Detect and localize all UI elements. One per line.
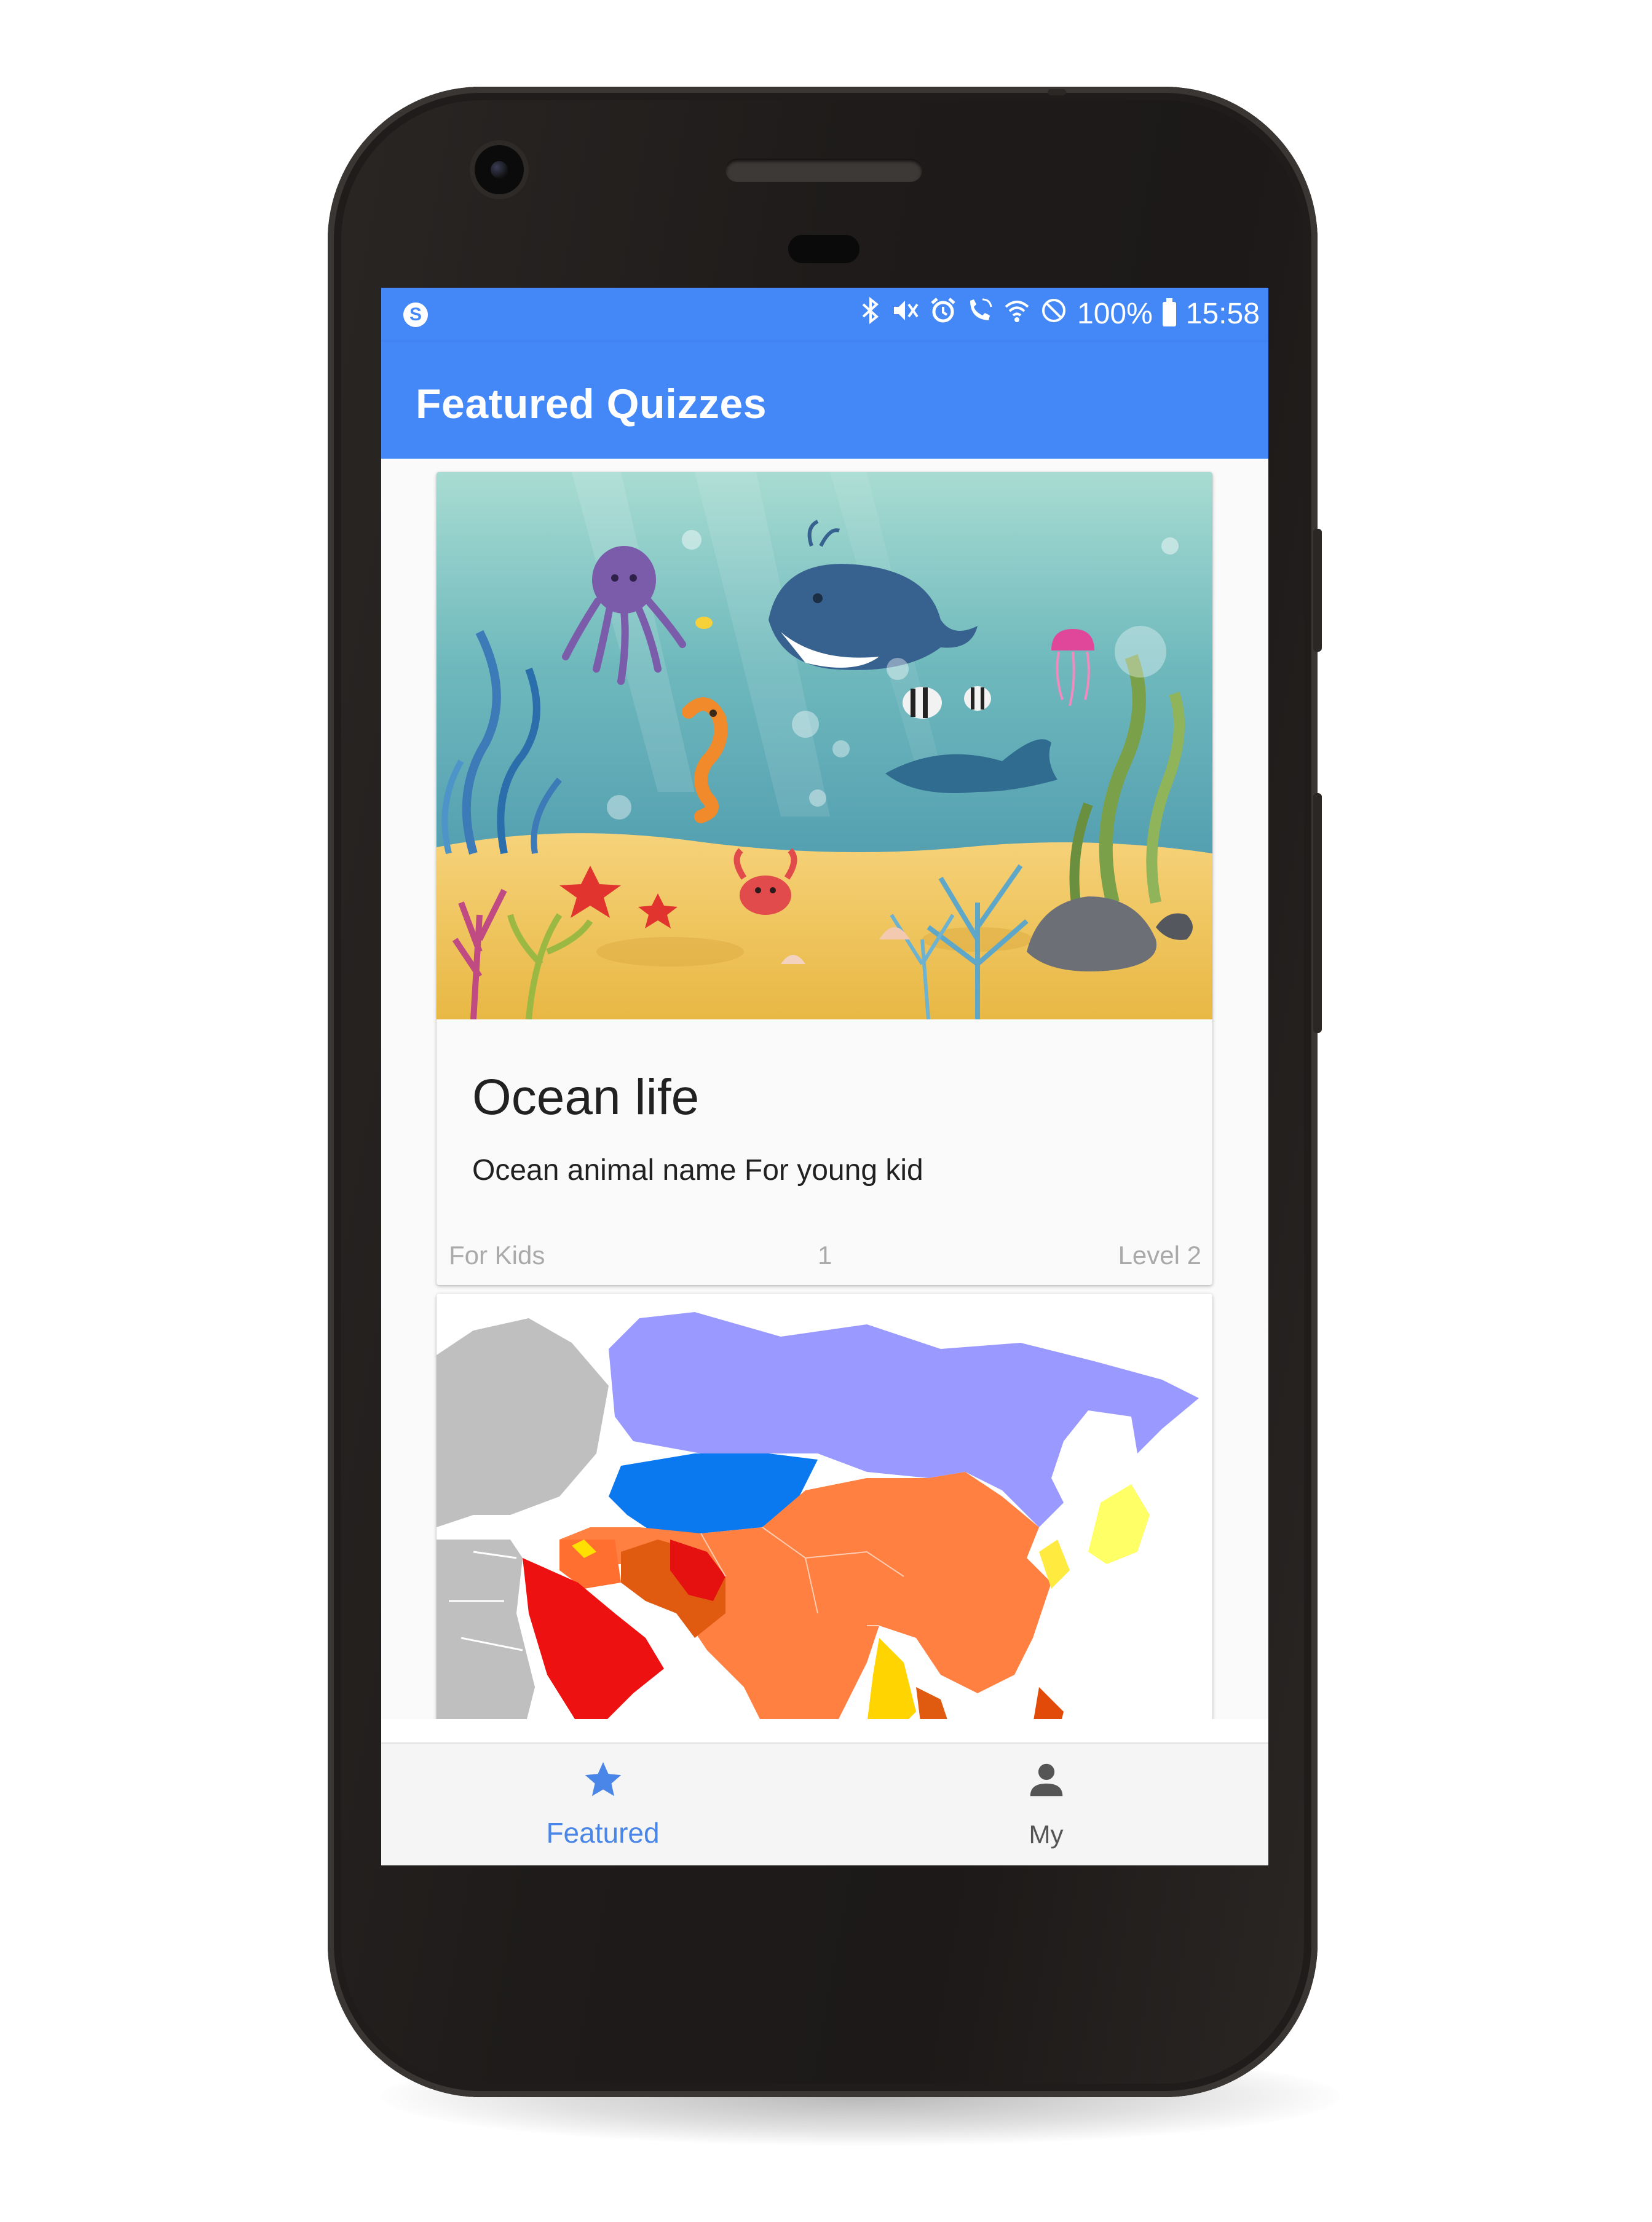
nav-my-label: My <box>1029 1820 1064 1849</box>
do-not-disturb-icon <box>1040 297 1067 331</box>
quiz-category: For Kids <box>449 1241 545 1270</box>
star-icon <box>381 1758 824 1808</box>
quiz-list[interactable]: Ocean life Ocean animal name For young k… <box>381 459 1268 1719</box>
top-edge-mark <box>1048 89 1066 95</box>
battery-percent: 100% <box>1077 298 1153 330</box>
quiz-card[interactable] <box>437 1294 1212 1719</box>
page-title: Featured Quizzes <box>416 381 767 427</box>
power-button <box>1313 529 1322 652</box>
app-notification-icon: S <box>403 302 428 327</box>
mute-icon <box>891 297 920 331</box>
nav-featured-label: Featured <box>546 1817 660 1849</box>
nav-my-tab[interactable]: My <box>824 1744 1268 1865</box>
alarm-icon <box>930 297 957 331</box>
wifi-call-icon <box>966 297 994 331</box>
wifi-icon <box>1003 297 1030 331</box>
app-bar: Featured Quizzes <box>381 342 1268 459</box>
volume-button <box>1313 793 1322 1033</box>
person-icon <box>824 1758 1268 1808</box>
status-icons: 100% 15:58 <box>861 296 1260 331</box>
quiz-title: Ocean life <box>472 1069 700 1125</box>
status-bar: S 100% 15:58 <box>381 288 1268 342</box>
quiz-description: Ocean animal name For young kid <box>472 1154 923 1187</box>
proximity-sensor <box>788 235 860 263</box>
quiz-level: Level 2 <box>1118 1241 1201 1270</box>
phone-screen: S 100% 15:58 Featured Quizzes Ocean life… <box>381 288 1268 1865</box>
bottom-navigation: Featured My <box>381 1742 1268 1865</box>
earpiece-speaker <box>725 159 922 182</box>
quiz-card[interactable]: Ocean life Ocean animal name For young k… <box>437 472 1212 1285</box>
clock: 15:58 <box>1185 298 1260 330</box>
battery-icon <box>1162 298 1176 326</box>
quiz-count: 1 <box>818 1241 832 1270</box>
asia-map-image <box>437 1294 1212 1719</box>
ocean-illustration-image <box>437 472 1212 1019</box>
bluetooth-icon <box>861 296 882 331</box>
nav-featured-tab[interactable]: Featured <box>381 1744 824 1865</box>
front-camera <box>475 145 524 194</box>
